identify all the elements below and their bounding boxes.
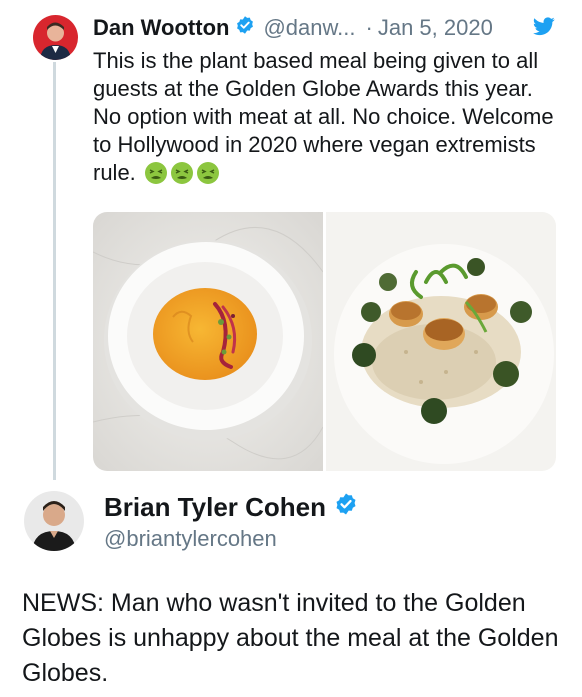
author-handle[interactable]: @danw... bbox=[263, 15, 355, 41]
verified-icon bbox=[235, 15, 255, 41]
tweet2-text: NEWS: Man who wasn't invited to the Gold… bbox=[22, 589, 559, 687]
author-handle[interactable]: @briantylercohen bbox=[104, 526, 277, 552]
nauseated-face-icon bbox=[144, 161, 168, 192]
author-name[interactable]: Brian Tyler Cohen bbox=[104, 492, 326, 523]
soup-bowl-photo[interactable] bbox=[93, 212, 324, 471]
scallops-risotto-photo[interactable] bbox=[326, 212, 556, 471]
twitter-bird-icon bbox=[533, 16, 555, 42]
tweet1-text: This is the plant based meal being given… bbox=[93, 47, 563, 192]
tweet1-media[interactable] bbox=[93, 212, 556, 471]
thread-line bbox=[53, 62, 56, 480]
author-name[interactable]: Dan Wootton bbox=[93, 15, 229, 41]
separator-dot: · bbox=[365, 15, 373, 40]
avatar-dan-wootton[interactable] bbox=[33, 15, 78, 60]
verified-icon bbox=[334, 492, 358, 523]
tweet-date[interactable]: Jan 5, 2020 bbox=[378, 15, 493, 41]
tweet2-author-row: Brian Tyler Cohen bbox=[104, 492, 358, 523]
nauseated-face-icon bbox=[170, 161, 194, 192]
nauseated-face-icon bbox=[196, 161, 220, 192]
tweet1-header: Dan Wootton @danw... · Jan 5, 2020 bbox=[93, 13, 563, 43]
avatar-brian-tyler-cohen[interactable] bbox=[24, 491, 84, 551]
